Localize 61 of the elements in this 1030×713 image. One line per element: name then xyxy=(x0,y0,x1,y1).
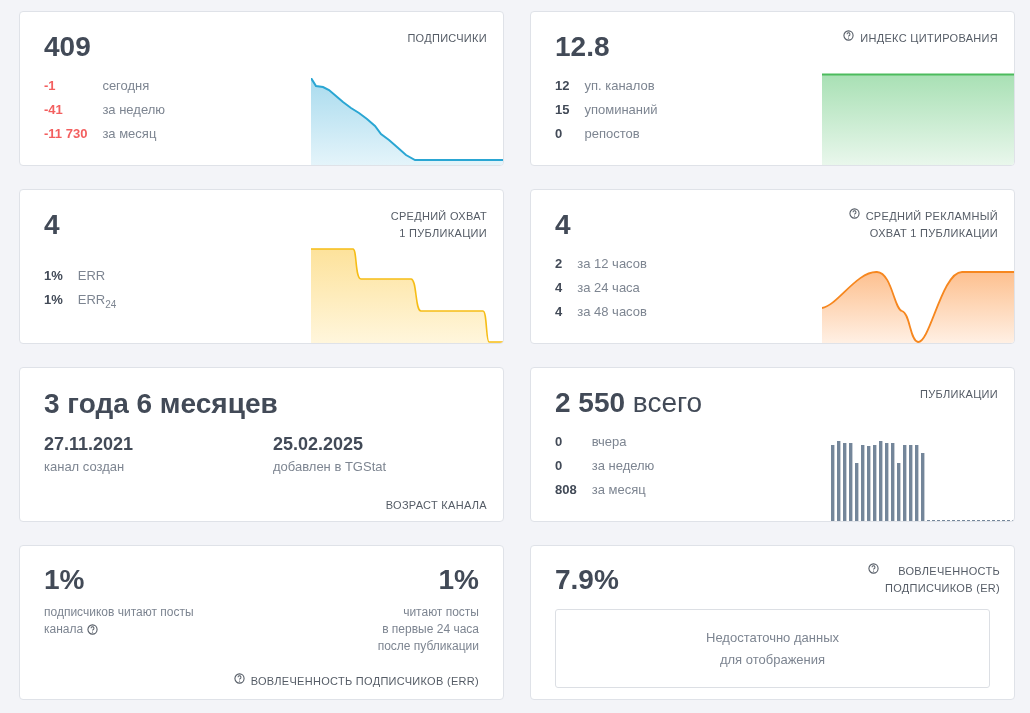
metric-value: 4 xyxy=(555,208,571,242)
empty-data-message: Недостаточно данных для отображения xyxy=(706,628,839,669)
stat-value: 0 xyxy=(555,457,564,475)
metric-caption: читают посты в первые 24 часа после публикации xyxy=(377,604,479,655)
card-title: СРЕДНИЙ ОХВАТ 1 ПУБЛИКАЦИИ xyxy=(390,209,487,241)
metric-value: 12.8 xyxy=(555,30,610,64)
metric-value: 7.9% xyxy=(555,563,619,597)
stat-label: ERR$_{24}$ xyxy=(77,291,118,312)
stat-label: за неделю xyxy=(591,457,656,475)
stat-label: за 48 часов xyxy=(577,303,648,321)
stat-value: -1 xyxy=(44,77,57,95)
stat-value: 0 xyxy=(555,433,564,451)
channel-age: 3 года 6 месяцев xyxy=(44,387,279,421)
help-icon[interactable] xyxy=(848,208,860,219)
stat-label: вчера xyxy=(591,433,628,451)
metric-caption: канала xyxy=(44,621,84,638)
date-value: 25.02.2025 xyxy=(273,433,365,456)
stat-label: за 12 часов xyxy=(577,255,648,273)
metric-value: 4 xyxy=(44,208,60,242)
stat-label: за неделю xyxy=(102,101,167,119)
date-caption: канал создан xyxy=(44,458,126,476)
date-caption: добавлен в TGStat xyxy=(273,458,388,476)
card-title: ИНДЕКС ЦИТИРОВАНИЯ xyxy=(860,31,998,46)
card-title: СРЕДНИЙ РЕКЛАМНЫЙ ОХВАТ 1 ПУБЛИКАЦИИ xyxy=(865,209,998,241)
help-icon[interactable] xyxy=(233,673,245,684)
stat-label: за месяц xyxy=(102,125,158,143)
bar xyxy=(921,453,925,521)
help-icon[interactable] xyxy=(87,624,99,635)
date-value: 27.11.2021 xyxy=(44,433,135,456)
metric-value: 2 550 всего xyxy=(555,386,703,420)
stat-value: 0 xyxy=(555,125,564,143)
card-title: ПОДПИСЧИКИ xyxy=(407,31,487,46)
card-title: ВОЗРАСТ КАНАЛА xyxy=(385,499,487,511)
stat-value: 12 xyxy=(555,77,570,95)
metric-value: 1% xyxy=(437,563,479,597)
help-icon[interactable] xyxy=(843,30,855,41)
stat-label: уп. каналов xyxy=(584,77,656,95)
metric-caption: подписчиков читают посты xyxy=(44,604,194,621)
stat-label: за 24 часа xyxy=(577,279,641,297)
card-title: ПУБЛИКАЦИИ xyxy=(920,387,998,402)
card-title: ВОВЛЕЧЕННОСТЬ ПОДПИСЧИКОВ (ERR) xyxy=(250,674,479,689)
stat-value: 15 xyxy=(555,101,570,119)
stat-value: 808 xyxy=(555,481,577,499)
stat-value: 1% xyxy=(44,267,63,285)
metric-value: 409 xyxy=(44,30,91,64)
stat-value: 1% xyxy=(44,291,63,309)
stat-label: репостов xyxy=(584,125,641,143)
stat-value: -41 xyxy=(44,101,64,119)
stat-label: за месяц xyxy=(591,481,647,499)
bar xyxy=(897,463,901,521)
stat-label: упоминаний xyxy=(584,101,659,119)
stat-value: 4 xyxy=(555,279,563,297)
card-title: ВОВЛЕЧЕННОСТЬ ПОДПИСЧИКОВ (ER) xyxy=(885,564,1000,596)
bar xyxy=(855,463,859,521)
stat-label: ERR xyxy=(77,267,107,285)
stat-label: сегодня xyxy=(102,77,151,95)
stat-value: 4 xyxy=(555,303,563,321)
help-icon[interactable] xyxy=(868,563,880,574)
metric-value: 1% xyxy=(44,563,86,597)
stat-value: -11 730 xyxy=(44,125,88,143)
stat-value: 2 xyxy=(555,255,563,273)
